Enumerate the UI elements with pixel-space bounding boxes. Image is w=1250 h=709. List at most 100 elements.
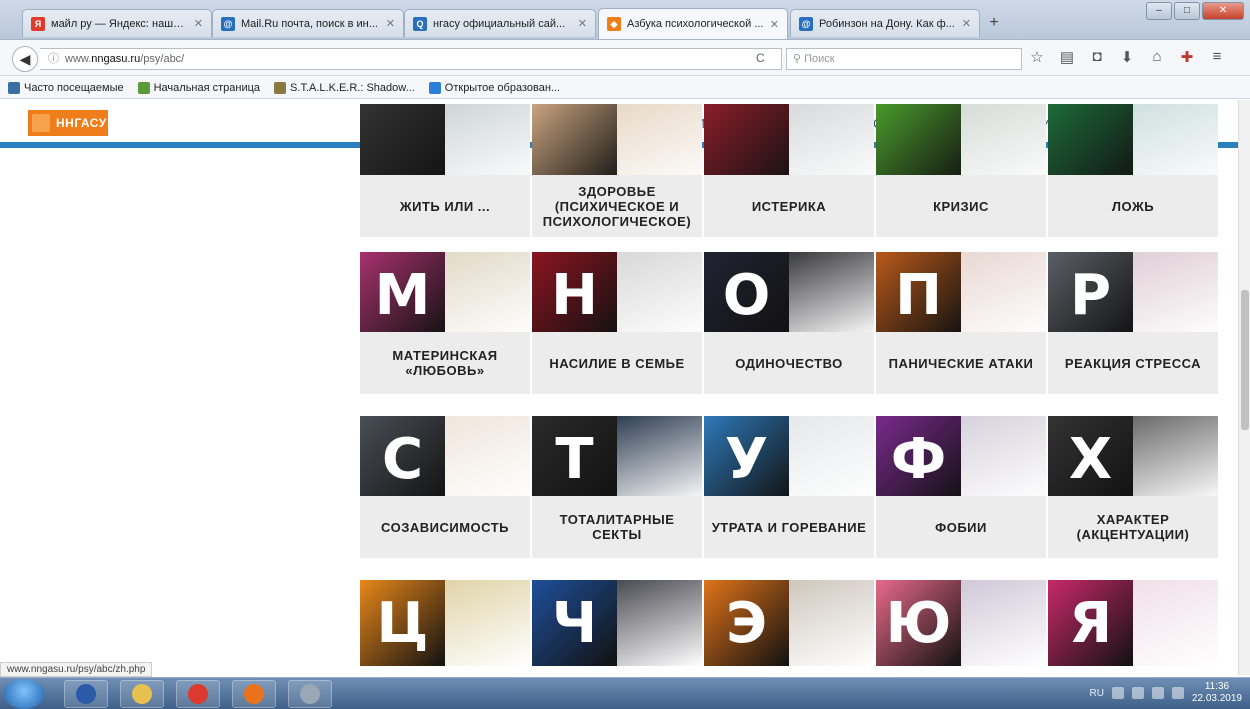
close-window-button[interactable]: ✕ <box>1202 2 1244 20</box>
browser-tab[interactable]: @ Mail.Ru почта, поиск в ин... ✕ <box>212 9 404 37</box>
card-label[interactable]: УТРАТА И ГОРЕВАНИЕ <box>704 496 874 558</box>
url-host: nngasu.ru <box>91 53 141 65</box>
reload-icon[interactable]: C <box>756 51 765 65</box>
card-image[interactable]: Э <box>704 580 874 666</box>
language-indicator[interactable]: RU <box>1089 688 1103 699</box>
card-letter: Ч <box>532 580 617 666</box>
clock[interactable]: 11:36 22.03.2019 <box>1192 681 1242 705</box>
card-image[interactable]: Х <box>1048 416 1218 502</box>
new-tab-button[interactable]: + <box>983 12 1005 34</box>
card-image[interactable]: Ю <box>876 580 1046 666</box>
flag-icon[interactable] <box>1151 687 1164 699</box>
favicon-icon: @ <box>221 16 235 31</box>
taskbar-app-paint[interactable] <box>288 680 332 708</box>
clock-date: 22.03.2019 <box>1191 693 1242 704</box>
bookmark-star-icon[interactable]: ☆ <box>1028 48 1046 66</box>
card-label[interactable]: ТОТАЛИТАРНЫЕ СЕКТЫ <box>532 496 702 558</box>
back-button[interactable]: ◀ <box>12 46 38 72</box>
minimize-button[interactable]: – <box>1146 2 1172 20</box>
site-logo[interactable]: ННГАСУ <box>28 110 108 136</box>
card-image[interactable]: Н <box>532 252 702 338</box>
reading-list-icon[interactable]: ▤ <box>1058 48 1076 66</box>
addon-icon[interactable]: ✚ <box>1178 48 1196 66</box>
card-image[interactable]: Т <box>532 416 702 502</box>
close-tab-icon[interactable]: ✕ <box>578 17 587 30</box>
card-label[interactable]: ХАРАКТЕР (АКЦЕНТУАЦИИ) <box>1048 496 1218 558</box>
card-illustration <box>445 252 530 338</box>
bookmark-label: Начальная страница <box>153 81 261 94</box>
bookmark-icon <box>274 81 287 94</box>
card-label[interactable]: ОДИНОЧЕСТВО <box>704 332 874 394</box>
card-label[interactable]: СОЗАВИСИМОСТЬ <box>360 496 530 558</box>
card-label[interactable]: ЛОЖЬ <box>1048 175 1218 237</box>
card-illustration <box>445 416 530 502</box>
network-icon[interactable] <box>1131 687 1144 699</box>
card-illustration <box>789 252 874 338</box>
bookmark-item[interactable]: S.T.A.L.K.E.R.: Shadow... <box>274 81 415 94</box>
menu-icon[interactable]: ≡ <box>1208 48 1226 66</box>
vertical-scrollbar[interactable] <box>1238 100 1250 675</box>
close-tab-icon[interactable]: ✕ <box>194 17 203 30</box>
power-icon[interactable] <box>1171 687 1184 699</box>
card-label[interactable]: КРИЗИС <box>876 175 1046 237</box>
start-button[interactable] <box>4 679 44 709</box>
maximize-button[interactable]: □ <box>1174 2 1200 20</box>
card-image[interactable]: Ч <box>532 580 702 666</box>
browser-tab-bar: Ямайл ру — Яндекс: нашл... ✕ @ Mail.Ru почт… <box>0 0 1250 40</box>
paint-icon <box>300 684 320 704</box>
volume-icon[interactable] <box>1111 687 1124 699</box>
card-label[interactable]: ЖИТЬ ИЛИ ... <box>360 175 530 237</box>
search-input[interactable]: ⚲ Поиск <box>786 48 1022 70</box>
bookmark-item[interactable]: Открытое образован... <box>428 81 560 94</box>
download-icon[interactable]: ⬇ <box>1118 48 1136 66</box>
card-label[interactable]: ЗДОРОВЬЕ (ПСИХИЧЕСКОЕ И ПСИХОЛОГИЧЕСКОЕ) <box>532 175 702 237</box>
card-illustration <box>789 580 874 666</box>
scrollbar-thumb[interactable] <box>1241 290 1249 430</box>
taskbar-app-word[interactable] <box>64 680 108 708</box>
card-image[interactable]: Р <box>1048 252 1218 338</box>
card-image[interactable]: О <box>704 252 874 338</box>
bookmark-item[interactable]: Начальная страница <box>137 81 261 94</box>
card-label[interactable]: МАТЕРИНСКАЯ «ЛЮБОВЬ» <box>360 332 530 394</box>
bookmark-item[interactable]: Часто посещаемые <box>8 81 124 94</box>
browser-tab[interactable]: Ямайл ру — Яндекс: нашл... ✕ <box>22 9 212 37</box>
card-image[interactable]: П <box>876 252 1046 338</box>
info-icon[interactable]: ⓘ <box>48 49 59 69</box>
browser-tab[interactable]: ◆ Азбука психологической ... ✕ <box>598 8 788 39</box>
card-image[interactable]: Ц <box>360 580 530 666</box>
card-letter: Н <box>532 252 617 338</box>
card-label[interactable]: НАСИЛИЕ В СЕМЬЕ <box>532 332 702 394</box>
firefox-icon <box>244 684 264 704</box>
card-label[interactable]: ИСТЕРИКА <box>704 175 874 237</box>
clock-time: 11:36 <box>1204 681 1230 692</box>
card-illustration <box>1133 580 1218 666</box>
close-tab-icon[interactable]: ✕ <box>386 17 395 30</box>
card-illustration <box>789 416 874 502</box>
taskbar-app-chrome[interactable] <box>176 680 220 708</box>
search-placeholder: Поиск <box>804 53 835 65</box>
url-bar[interactable]: ⓘ www.nngasu.ru/psy/abc/ <box>40 48 782 70</box>
url-path: /psy/abc/ <box>140 53 185 65</box>
card-label[interactable]: ФОБИИ <box>876 496 1046 558</box>
card-label[interactable]: ПАНИЧЕСКИЕ АТАКИ <box>876 332 1046 394</box>
close-tab-icon[interactable]: ✕ <box>962 17 971 30</box>
card-image[interactable]: С <box>360 416 530 502</box>
browser-tab[interactable]: @ Робинзон на Дону. Как ф... ✕ <box>790 9 980 37</box>
pocket-icon[interactable]: ◘ <box>1088 48 1106 66</box>
card-image[interactable]: Я <box>1048 580 1218 666</box>
close-tab-icon[interactable]: ✕ <box>770 18 779 31</box>
card-image[interactable]: У <box>704 416 874 502</box>
favicon-icon: @ <box>799 16 813 31</box>
card-image[interactable]: М <box>360 252 530 338</box>
card-illustration <box>1133 252 1218 338</box>
tab-title: майл ру — Яндекс: нашл... <box>51 17 188 30</box>
card-letter: Х <box>1048 416 1133 502</box>
card-label[interactable]: РЕАКЦИЯ СТРЕССА <box>1048 332 1218 394</box>
home-icon[interactable]: ⌂ <box>1148 48 1166 66</box>
card-letter: Ф <box>876 416 961 502</box>
favicon-icon: Q <box>413 16 427 31</box>
taskbar-app-firefox[interactable] <box>232 680 276 708</box>
browser-tab[interactable]: Qнгасу официальный сай... ✕ <box>404 9 596 37</box>
card-image[interactable]: Ф <box>876 416 1046 502</box>
taskbar-app-explorer[interactable] <box>120 680 164 708</box>
